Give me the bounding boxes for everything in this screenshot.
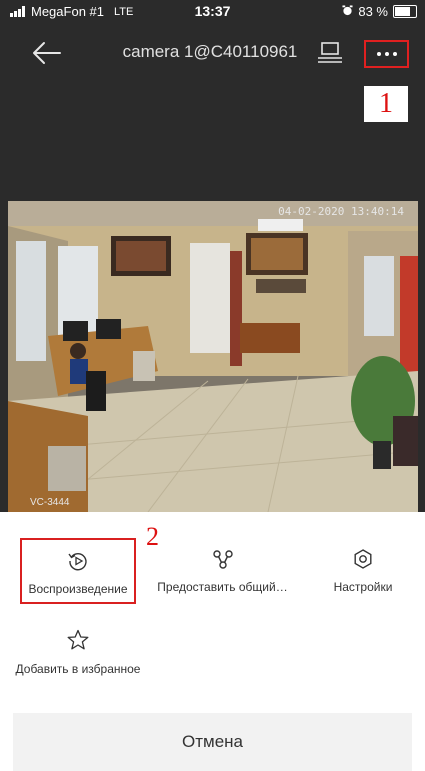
- add-favorite-label: Добавить в избранное: [15, 662, 141, 676]
- cancel-button[interactable]: Отмена: [13, 713, 412, 771]
- camera-video-feed[interactable]: 04-02-2020 13:40:14 VC-3444: [8, 201, 418, 512]
- back-arrow-icon[interactable]: [30, 38, 64, 68]
- playback-label: Воспроизведение: [28, 582, 128, 596]
- office-scene-image: [8, 201, 418, 512]
- add-favorite-button[interactable]: Добавить в избранное: [8, 628, 148, 676]
- camera-title: camera 1@C40110961: [122, 42, 298, 61]
- share-icon: [212, 550, 233, 569]
- alarm-icon: [342, 4, 353, 19]
- settings-label: Настройки: [333, 580, 393, 594]
- video-timestamp: 04-02-2020 13:40:14: [278, 205, 404, 218]
- battery-icon: [393, 5, 417, 18]
- settings-button[interactable]: Настройки: [318, 548, 408, 594]
- playback-icon: [68, 553, 87, 571]
- share-button[interactable]: Предоставить общий…: [150, 548, 295, 594]
- battery-percent: 83 %: [358, 4, 388, 19]
- status-bar: MegaFon #1 LTE 13:37 83 %: [0, 0, 425, 22]
- camera-label: VC-3444: [30, 497, 70, 508]
- camera-view-area: MegaFon #1 LTE 13:37 83 % camera 1@C4011…: [0, 0, 425, 512]
- annotation-marker-1: 1: [364, 86, 408, 122]
- cast-icon[interactable]: [316, 40, 344, 66]
- status-right: 83 %: [342, 4, 417, 19]
- share-label: Предоставить общий…: [157, 580, 288, 594]
- nav-bar: camera 1@C40110961: [0, 32, 425, 76]
- settings-icon: [354, 549, 372, 569]
- more-icon[interactable]: [364, 40, 409, 68]
- playback-button[interactable]: Воспроизведение: [20, 538, 136, 604]
- action-sheet: 2 Воспроизведение Предоставить общий… На…: [0, 512, 425, 771]
- star-icon: [67, 629, 89, 650]
